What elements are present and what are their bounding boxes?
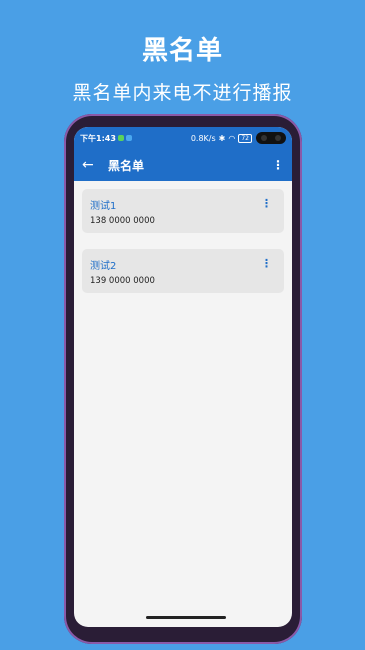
phone-screen: 下午1:43 0.8K/s ✱ ◠ 72 ← 黑名单 ⋮ 测试1 138 000… <box>74 127 292 627</box>
contact-name: 测试1 <box>90 201 117 212</box>
home-indicator[interactable] <box>146 616 226 619</box>
phone-frame: 下午1:43 0.8K/s ✱ ◠ 72 ← 黑名单 ⋮ 测试1 138 000… <box>64 114 302 644</box>
network-speed: 0.8K/s <box>190 133 216 143</box>
list-item[interactable]: 测试2 139 0000 0000 ⋮ <box>82 249 284 293</box>
contact-name: 测试2 <box>90 261 117 272</box>
status-time: 下午1:43 <box>80 133 116 143</box>
page-title: 黑名单 <box>108 158 145 173</box>
more-menu-icon[interactable]: ⋮ <box>272 158 284 172</box>
promo-title: 黑名单 <box>141 36 223 66</box>
promo-subtitle: 黑名单内来电不进行播报 <box>72 82 293 104</box>
front-camera <box>256 132 286 144</box>
battery-icon: 72 <box>238 133 252 143</box>
list-item[interactable]: 测试1 138 0000 0000 ⋮ <box>82 189 284 233</box>
bluetooth-icon: ✱ <box>218 133 226 143</box>
notification-icon <box>117 135 124 141</box>
back-arrow-icon[interactable]: ← <box>82 157 104 173</box>
item-more-icon[interactable]: ⋮ <box>261 197 272 210</box>
contact-list: 测试1 138 0000 0000 ⋮ 测试2 139 0000 0000 ⋮ <box>74 181 292 317</box>
status-bar: 下午1:43 0.8K/s ✱ ◠ 72 <box>74 127 292 149</box>
contact-phone: 139 0000 0000 <box>90 276 155 286</box>
contact-phone: 138 0000 0000 <box>90 216 155 226</box>
notification-icon-2 <box>125 135 132 141</box>
wifi-icon: ◠ <box>228 133 236 143</box>
item-more-icon[interactable]: ⋮ <box>261 257 272 270</box>
app-bar: ← 黑名单 ⋮ <box>74 149 292 181</box>
